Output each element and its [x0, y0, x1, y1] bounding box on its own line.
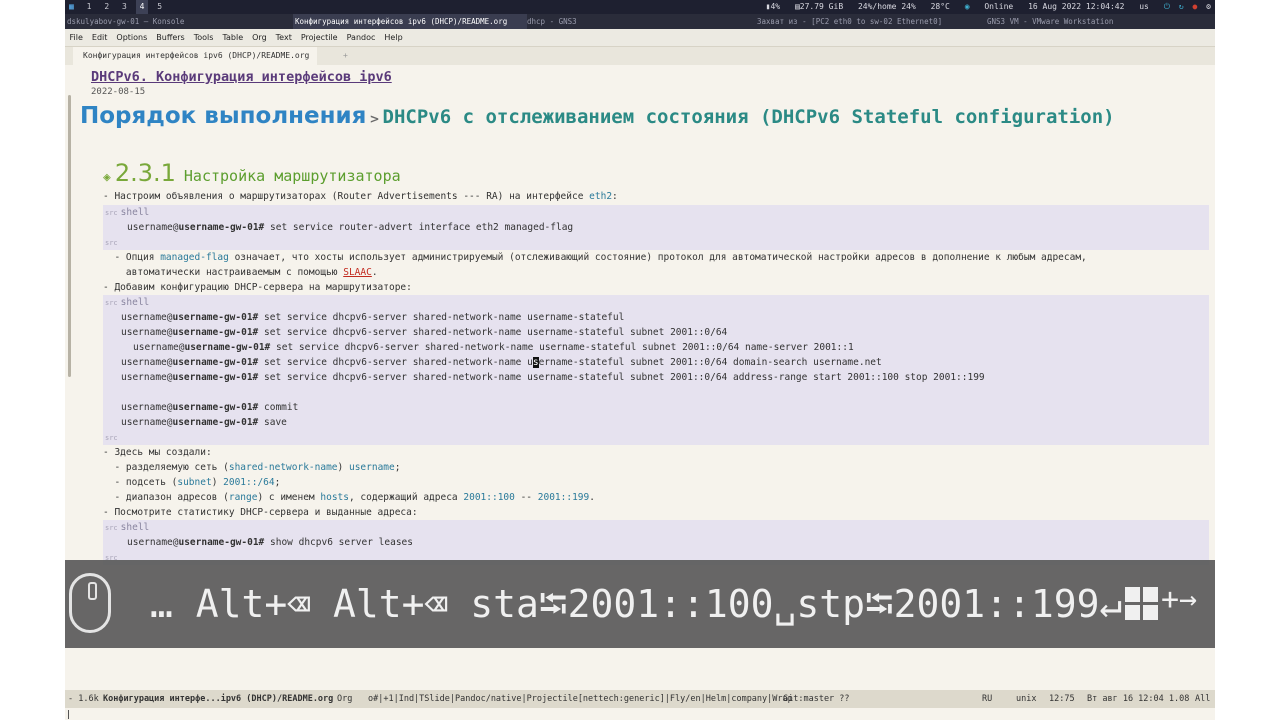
workspace-5[interactable]: 5 — [153, 0, 166, 14]
network-status[interactable]: Online — [984, 2, 1013, 11]
src-block-2-end: src — [105, 434, 118, 442]
system-tray: ▮4% ▤27.79 GiB 24%/home 24% 28°C ◉ Onlin… — [756, 0, 1211, 14]
menu-org[interactable]: Org — [248, 29, 272, 46]
workspace-2[interactable]: 2 — [100, 0, 113, 14]
src-block-1-end: src — [105, 239, 118, 247]
workspace-1[interactable]: 1 — [83, 0, 96, 14]
task-wireshark[interactable]: Захват из - [PC2 eth0 to sw-02 Ethernet0… — [755, 14, 984, 29]
menu-help[interactable]: Help — [380, 29, 407, 46]
document-title: DHCPv6. Конфигурация интерфейсов ipv6 — [91, 69, 392, 85]
temperature-indicator: 28°C — [930, 2, 950, 11]
task-konsole[interactable]: dskulyabov-gw-01 — Konsole — [65, 14, 294, 29]
modeline-input-method: RU — [982, 694, 993, 704]
code-line-commit: username@username-gw-01# commit — [121, 402, 299, 413]
task-gns3[interactable]: dhcp - GNS3 — [525, 14, 754, 29]
settings-icon[interactable]: ⚙ — [1206, 2, 1211, 11]
breadcrumb-separator: > — [369, 112, 380, 126]
code-line-subnet: username@username-gw-01# set service dhc… — [121, 327, 728, 338]
heading-1-text: Порядок выполнения — [80, 103, 367, 129]
keyboard-layout[interactable]: us — [1139, 2, 1149, 11]
paragraph-slaac: автоматически настраиваемым с помощью SL… — [103, 267, 378, 278]
modeline-major-mode[interactable]: Org — [337, 690, 352, 708]
chrome-icon[interactable]: ● — [1193, 2, 1198, 11]
document-date: 2022-08-15 — [91, 87, 146, 97]
menu-projectile[interactable]: Projectile — [296, 29, 342, 46]
power-icon[interactable]: ⏻ — [1164, 2, 1170, 11]
code-line-domain-search: username@username-gw-01# set service dhc… — [121, 357, 882, 368]
menu-text[interactable]: Text — [271, 29, 296, 46]
list-item-range: - диапазон адресов (range) с именем host… — [103, 492, 595, 503]
outer-margin-left — [0, 0, 65, 720]
outer-margin-right — [1215, 0, 1280, 720]
workspace-3[interactable]: 3 — [118, 0, 131, 14]
menu-pandoc[interactable]: Pandoc — [342, 29, 380, 46]
modeline-buffer-name[interactable]: Конфигурация интерфе...ipv6 (DHCP)/READM… — [103, 690, 333, 708]
src-block-3-header: src shell — [105, 522, 150, 533]
menu-bar: File Edit Options Buffers Tools Table Org Text P… — [65, 29, 1215, 47]
code-line-name-server: username@username-gw-01# set service dhc… — [133, 342, 854, 353]
modeline-eol: unix — [1016, 694, 1037, 704]
modeline-size: - 1.6k — [68, 694, 99, 704]
menu-file[interactable]: File — [65, 29, 87, 46]
echo-area[interactable] — [65, 708, 1215, 720]
keystroke-text: … Alt+⌫ Alt+⌫ sta⭾2001::100␣stp⭾2001::19… — [150, 582, 1123, 626]
keystroke-suffix: +→ — [1161, 582, 1198, 617]
cpu-indicator: ▮4% — [765, 2, 781, 11]
minibuffer-cursor — [68, 710, 69, 719]
modeline-scroll: All — [1195, 694, 1211, 704]
src-block-2-header: src shell — [105, 297, 150, 308]
list-item-shared-network: - разделяемую сеть (shared-network-name)… — [103, 462, 401, 473]
heading-level-3[interactable]: ◈ 2.3.1 Настройка маршрутизатора — [103, 159, 401, 187]
modeline-minor-modes[interactable]: o#|+1|Ind|TSlide|Pandoc/native|Projectil… — [368, 690, 793, 708]
keystroke-overlay: … Alt+⌫ Alt+⌫ sta⭾2001::100␣stp⭾2001::19… — [65, 560, 1215, 648]
modeline-position: 12:75 — [1049, 694, 1075, 704]
paragraph-managed-flag: - Опция managed-flag означает, что хосты… — [103, 252, 1087, 263]
mode-line: - 1.6k Конфигурация интерфе...ipv6 (DHCP… — [65, 690, 1215, 708]
code-line-address-range: username@username-gw-01# set service dhc… — [121, 372, 985, 383]
windows-key-icon — [1125, 587, 1159, 621]
list-item-subnet: - подсеть (subnet) 2001::/64; — [103, 477, 281, 488]
code-line-router-advert: username@username-gw-01# set service rou… — [127, 222, 574, 233]
heading-1-subtitle: DHCPv6 с отслеживанием состояния (DHCPv6… — [382, 106, 1115, 128]
heading-number: 2.3.1 — [114, 159, 176, 187]
menu-table[interactable]: Table — [218, 29, 248, 46]
menu-options[interactable]: Options — [112, 29, 152, 46]
task-emacs[interactable]: Конфигурация интерфейсов ipv6 (DHCP)/REA… — [293, 14, 527, 29]
task-vmware[interactable]: GNS3 VM - VMware Workstation — [985, 14, 1214, 29]
modeline-git[interactable]: Git:master ?? — [783, 690, 850, 708]
tab-line: Конфигурация интерфейсов ipv6 (DHCP)/REA… — [65, 47, 1215, 65]
mouse-icon — [69, 573, 111, 633]
code-line-save: username@username-gw-01# save — [121, 417, 287, 428]
code-line-show-leases: username@username-gw-01# show dhcpv6 ser… — [127, 537, 413, 548]
heading-3-text: Настройка маршрутизатора — [183, 167, 401, 185]
scrollbar[interactable] — [68, 95, 71, 377]
disk-indicator: ▤27.79 GiB — [794, 2, 844, 11]
menu-buffers[interactable]: Buffers — [152, 29, 189, 46]
clock[interactable]: 16 Aug 2022 12:04:42 — [1028, 2, 1124, 11]
workspace-switcher: ▦ 1 2 3 4 5 — [65, 0, 166, 14]
system-panel: ▦ 1 2 3 4 5 ▮4% ▤27.79 GiB 24%/home 24% … — [65, 0, 1215, 14]
paragraph-ra: - Настроим объявления о маршрутизаторах … — [103, 191, 618, 202]
workspace-4[interactable]: 4 — [135, 0, 149, 14]
tab-readme[interactable]: Конфигурация интерфейсов ipv6 (DHCP)/REA… — [73, 47, 318, 65]
paragraph-dhcp-config: - Добавим конфигурацию DHCP-сервера на м… — [103, 282, 412, 293]
home-indicator: 24%/home 24% — [857, 2, 916, 11]
src-block-1-header: src shell — [105, 207, 150, 218]
new-tab-button[interactable]: + — [343, 47, 348, 65]
heading-bullet-icon: ◈ — [103, 170, 111, 185]
code-line-shared-network: username@username-gw-01# set service dhc… — [121, 312, 625, 323]
paragraph-statistics: - Посмотрите статистику DHCP-сервера и в… — [103, 507, 418, 518]
menu-tools[interactable]: Tools — [189, 29, 218, 46]
menu-edit[interactable]: Edit — [87, 29, 112, 46]
apps-menu-icon[interactable]: ▦ — [65, 0, 78, 14]
network-icon[interactable]: ◉ — [965, 2, 970, 11]
modeline-time: Вт авг 16 12:04 1.08 — [1087, 694, 1190, 704]
heading-level-1[interactable]: Порядок выполнения > DHCPv6 с отслеживание… — [80, 103, 1115, 129]
paragraph-created: - Здесь мы создали: — [103, 447, 212, 458]
taskbar: dskulyabov-gw-01 — Konsole Конфигурация … — [65, 14, 1215, 29]
desktop-screen: ▦ 1 2 3 4 5 ▮4% ▤27.79 GiB 24%/home 24% … — [65, 0, 1215, 720]
refresh-icon[interactable]: ↻ — [1179, 2, 1184, 11]
